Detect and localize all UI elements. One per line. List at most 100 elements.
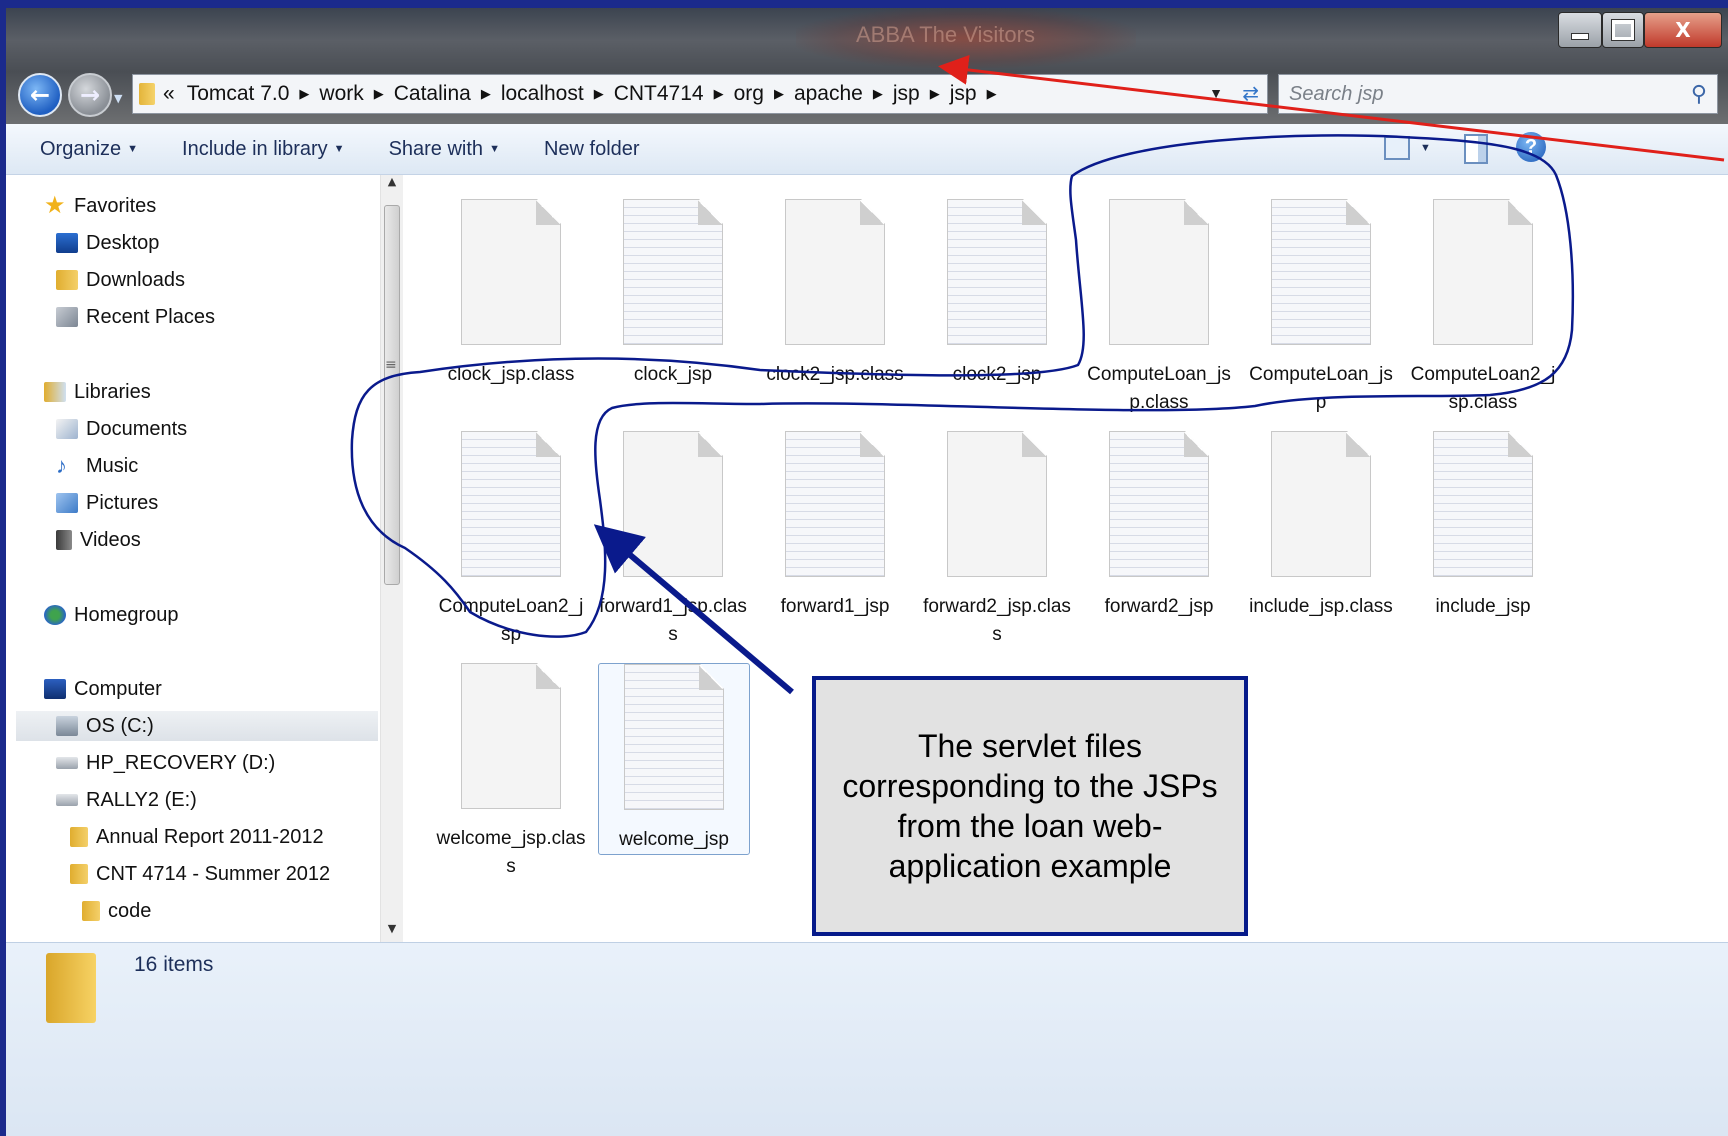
chevron-down-icon[interactable]: ▼: [1420, 142, 1431, 154]
pictures-icon: [56, 493, 78, 513]
breadcrumb-separator-icon[interactable]: ▶: [481, 86, 491, 102]
command-bar: Organize ▼ Include in library ▼ Share with…: [6, 124, 1728, 175]
close-button[interactable]: X: [1644, 12, 1722, 48]
minimize-icon: [1571, 32, 1589, 40]
back-button[interactable]: ←: [18, 73, 62, 117]
minimize-button[interactable]: [1558, 12, 1602, 48]
new-folder-button[interactable]: New folder: [544, 138, 640, 161]
file-item[interactable]: clock2_jsp: [922, 199, 1072, 389]
file-item[interactable]: clock2_jsp.class: [760, 199, 910, 389]
recent-pages-button[interactable]: ▼: [114, 92, 122, 105]
nav-label: OS (C:): [86, 714, 154, 737]
file-item[interactable]: clock_jsp.class: [436, 199, 586, 389]
nav-annual-report[interactable]: Annual Report 2011-2012: [70, 822, 324, 852]
music-icon: ♪: [56, 453, 67, 478]
file-item[interactable]: forward2_jsp.class: [922, 431, 1072, 649]
scroll-down-arrow-icon[interactable]: ▼: [381, 922, 403, 942]
breadcrumb-separator-icon[interactable]: ▶: [930, 86, 940, 102]
nav-homegroup[interactable]: Homegroup: [44, 600, 179, 630]
organize-button[interactable]: Organize ▼: [40, 138, 138, 161]
breadcrumb-item[interactable]: org: [734, 82, 764, 106]
nav-favorites[interactable]: ★ Favorites: [44, 191, 156, 221]
nav-documents[interactable]: Documents: [56, 414, 187, 444]
file-item[interactable]: welcome_jsp.class: [436, 663, 586, 881]
callout-text: The servlet files corresponding to the J…: [842, 728, 1218, 884]
help-icon[interactable]: ?: [1516, 132, 1546, 162]
breadcrumb-separator-icon[interactable]: ▶: [774, 86, 784, 102]
maximize-button[interactable]: [1602, 12, 1644, 48]
class-file-icon: [461, 199, 561, 345]
file-item[interactable]: ComputeLoan2_jsp: [436, 431, 586, 649]
breadcrumb-item[interactable]: jsp: [893, 82, 920, 106]
nav-rally2[interactable]: RALLY2 (E:): [56, 785, 197, 815]
file-item[interactable]: forward1_jsp.class: [598, 431, 748, 649]
share-with-button[interactable]: Share with ▼: [389, 138, 500, 161]
folder-icon: [139, 83, 155, 105]
breadcrumb-item[interactable]: CNT4714: [614, 82, 704, 106]
search-icon[interactable]: ⚲: [1691, 81, 1707, 107]
page-fold: [1022, 200, 1046, 225]
nav-label: Downloads: [86, 268, 185, 291]
search-box[interactable]: Search jsp ⚲: [1278, 74, 1718, 114]
search-input[interactable]: Search jsp: [1289, 83, 1384, 106]
nav-libraries[interactable]: Libraries: [44, 377, 151, 407]
nav-pictures[interactable]: Pictures: [56, 488, 158, 518]
file-item[interactable]: include_jsp: [1408, 431, 1558, 621]
nav-desktop[interactable]: Desktop: [56, 228, 159, 258]
folder-icon: [46, 953, 96, 1023]
file-item[interactable]: welcome_jsp: [598, 663, 750, 855]
breadcrumb-separator-icon[interactable]: ▶: [714, 86, 724, 102]
file-item[interactable]: ComputeLoan_jsp: [1246, 199, 1396, 417]
address-bar[interactable]: « Tomcat 7.0 ▶ work ▶ Catalina ▶ localhost ▶ CNT…: [132, 74, 1268, 114]
page-fold: [860, 432, 884, 457]
file-item[interactable]: ComputeLoan2_jsp.class: [1408, 199, 1558, 417]
nav-label: Annual Report 2011-2012: [96, 825, 324, 848]
desktop-icon: [56, 233, 78, 253]
breadcrumb-item[interactable]: localhost: [501, 82, 584, 106]
file-name: ComputeLoan_jsp: [1249, 364, 1393, 413]
nav-music[interactable]: ♪ Music: [56, 451, 138, 481]
nav-hp-recovery[interactable]: HP_RECOVERY (D:): [56, 748, 275, 778]
organize-label: Organize: [40, 137, 122, 160]
breadcrumb-item[interactable]: jsp: [950, 82, 977, 106]
page-fold: [1022, 432, 1046, 457]
breadcrumb-item[interactable]: Tomcat 7.0: [187, 82, 290, 106]
file-item[interactable]: forward1_jsp: [760, 431, 910, 621]
breadcrumb-item[interactable]: Catalina: [394, 82, 471, 106]
scrollbar-thumb[interactable]: [384, 205, 400, 585]
maximize-icon: [1612, 20, 1634, 40]
breadcrumb-item[interactable]: apache: [794, 82, 863, 106]
navigation-scrollbar[interactable]: ▲ ≡ ▼: [380, 175, 403, 942]
scroll-up-arrow-icon[interactable]: ▲: [381, 175, 403, 195]
breadcrumb-separator-icon[interactable]: ▶: [374, 86, 384, 102]
file-item[interactable]: ComputeLoan_jsp.class: [1084, 199, 1234, 417]
breadcrumb-separator-icon[interactable]: ▶: [873, 86, 883, 102]
breadcrumb-item[interactable]: work: [319, 82, 363, 106]
nav-cnt4714[interactable]: CNT 4714 - Summer 2012: [70, 859, 330, 889]
nav-os-c[interactable]: OS (C:): [16, 711, 378, 741]
refresh-icon[interactable]: ⇄: [1242, 81, 1259, 106]
breadcrumb-separator-icon[interactable]: ▶: [594, 86, 604, 102]
breadcrumb-separator-icon[interactable]: ▶: [987, 86, 997, 102]
title-text: ABBA The Visitors: [856, 22, 1035, 47]
include-in-library-button[interactable]: Include in library ▼: [182, 138, 345, 161]
page-fold: [536, 664, 560, 689]
file-item[interactable]: include_jsp.class: [1246, 431, 1396, 621]
nav-videos[interactable]: Videos: [56, 525, 141, 555]
nav-computer[interactable]: Computer: [44, 674, 162, 704]
nav-recent-places[interactable]: Recent Places: [56, 302, 215, 332]
preview-pane-icon[interactable]: [1464, 134, 1488, 164]
file-item[interactable]: forward2_jsp: [1084, 431, 1234, 621]
nav-label: Pictures: [86, 491, 159, 514]
address-dropdown-button[interactable]: ▼: [1209, 85, 1223, 101]
forward-button[interactable]: →: [68, 73, 112, 117]
breadcrumb-separator-icon[interactable]: ▶: [299, 86, 309, 102]
file-item[interactable]: clock_jsp: [598, 199, 748, 389]
nav-code[interactable]: code: [82, 896, 151, 926]
breadcrumb-overflow[interactable]: «: [163, 82, 175, 106]
class-file-icon: [947, 431, 1047, 577]
nav-downloads[interactable]: Downloads: [56, 265, 185, 295]
page-fold: [1508, 432, 1532, 457]
page-fold: [1346, 200, 1370, 225]
change-view-icon[interactable]: [1384, 136, 1410, 160]
